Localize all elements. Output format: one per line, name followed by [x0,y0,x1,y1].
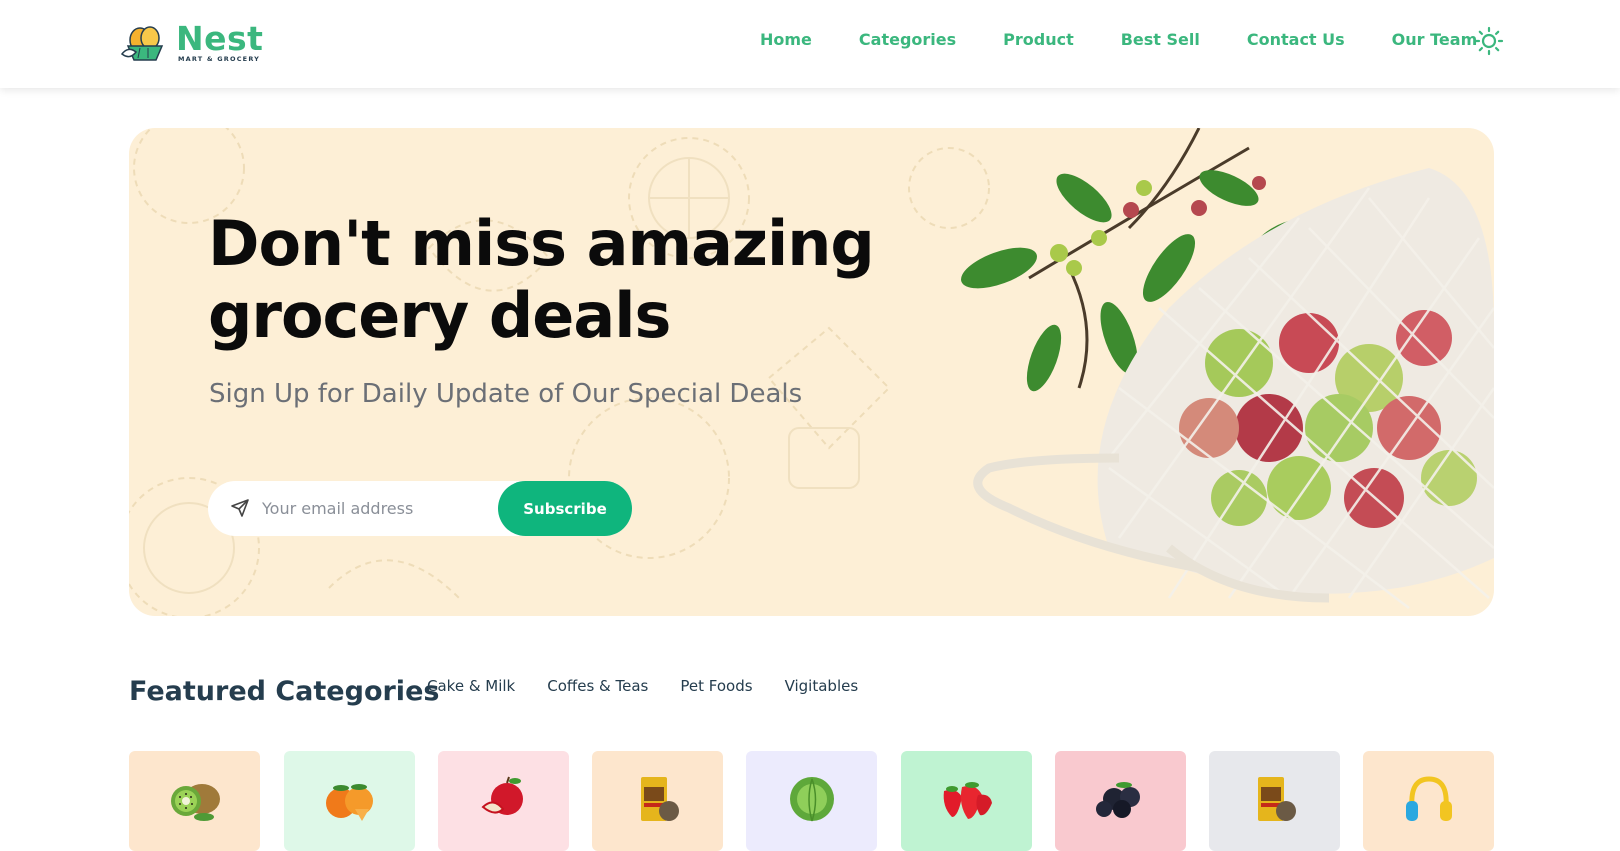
persimmon-icon [326,784,373,821]
send-icon [231,499,249,517]
featured-categories-title: Featured Categories [129,676,440,707]
hero-subtitle: Sign Up for Daily Update of Our Special … [209,379,803,409]
tab-vigitables[interactable]: Vigitables [785,677,859,695]
category-card[interactable] [438,751,569,851]
category-card[interactable] [129,751,260,851]
tab-coffes-teas[interactable]: Coffes & Teas [547,677,648,695]
nav-contact-us[interactable]: Contact Us [1247,30,1345,49]
brand-name: Nest [176,18,264,58]
subscribe-button[interactable]: Subscribe [498,481,632,536]
strawberry-icon [943,782,992,819]
category-card[interactable] [1209,751,1340,851]
cabbage-icon [790,777,834,822]
hero-banner: Don't miss amazing grocery deals Sign Up… [129,128,1494,616]
snack-bag-icon [1258,777,1296,821]
main-nav: Home Categories Product Best Sell Contac… [760,30,1477,49]
apple-icon [481,776,523,815]
brand-logo[interactable]: Nest MART & GROCERY [118,20,263,64]
nav-our-team[interactable]: Our Team [1392,30,1478,49]
category-card[interactable] [901,751,1032,851]
nav-product[interactable]: Product [1003,30,1074,49]
apple-net-bag-image [961,128,1494,609]
sun-icon[interactable] [1474,26,1504,56]
email-input[interactable] [262,491,482,526]
nav-categories[interactable]: Categories [859,30,956,49]
tab-pet-foods[interactable]: Pet Foods [680,677,752,695]
kiwi-icon [171,784,220,821]
category-card[interactable] [1363,751,1494,851]
tab-cake-milk[interactable]: Cake & Milk [427,677,515,695]
nav-home[interactable]: Home [760,30,812,49]
category-card-row [129,751,1494,851]
site-header: Nest MART & GROCERY Home Categories Prod… [0,0,1620,88]
category-card[interactable] [746,751,877,851]
blackberry-icon [1096,782,1140,818]
category-card[interactable] [592,751,723,851]
hero-title: Don't miss amazing grocery deals [208,207,875,352]
subscribe-form: Subscribe [208,481,632,536]
nav-best-sell[interactable]: Best Sell [1121,30,1200,49]
headphones-icon [1406,776,1452,821]
category-card[interactable] [284,751,415,851]
snack-bag-icon [641,777,679,821]
brand-tagline: MART & GROCERY [178,54,261,63]
category-card[interactable] [1055,751,1186,851]
category-tabs: Cake & Milk Coffes & Teas Pet Foods Vigi… [427,677,890,695]
basket-logo-icon [120,26,164,61]
